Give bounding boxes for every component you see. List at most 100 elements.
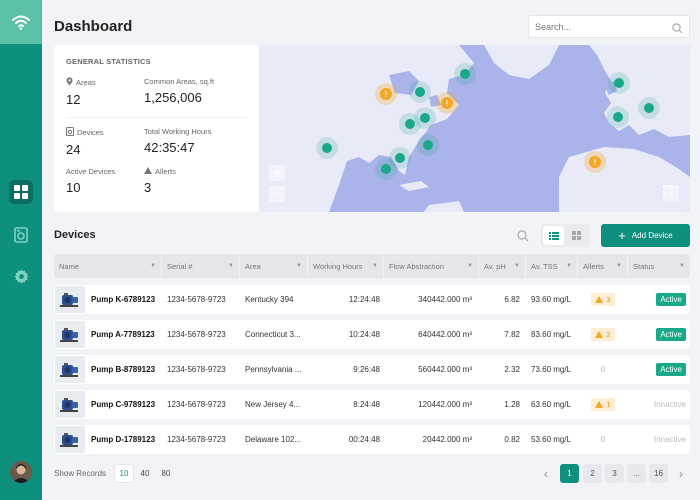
map-marker-teal[interactable] — [414, 107, 436, 129]
location-pin-icon — [66, 77, 73, 88]
records-option[interactable]: 80 — [157, 464, 175, 483]
table-row[interactable]: Pump B-8789123 1234-5678-9723 Pennsylvania… — [54, 355, 690, 384]
device-working-hours: 12:24:48 — [348, 295, 380, 304]
warning-icon — [595, 401, 604, 408]
map-marker-alert[interactable]: ! — [584, 151, 606, 173]
map-marker-teal[interactable] — [454, 63, 476, 85]
device-area: Pennsylvania ... — [245, 365, 302, 374]
column-header-alerts[interactable]: Allerts ▼ — [578, 254, 628, 278]
fullscreen-icon[interactable] — [663, 185, 679, 201]
device-serial: 1234-5678-9723 — [167, 435, 226, 444]
wifi-logo-icon[interactable] — [0, 0, 42, 44]
search-icon[interactable] — [672, 21, 683, 39]
table-row[interactable]: Pump C-9789123 1234-5678-9723 New Jersey 4… — [54, 390, 690, 419]
column-header-status[interactable]: Status ▼ — [628, 254, 690, 278]
warning-icon — [595, 331, 604, 338]
search-icon[interactable] — [517, 229, 529, 247]
status-badge: Active — [656, 363, 686, 376]
map-marker-teal[interactable] — [608, 72, 630, 94]
map-marker-teal[interactable] — [389, 147, 411, 169]
column-header-area[interactable]: Area ▼ — [240, 254, 308, 278]
warning-icon — [595, 296, 604, 303]
column-header-ph[interactable]: Av. pH ▼ — [479, 254, 526, 278]
column-header-working-hours[interactable]: Working Hours ▼ — [308, 254, 384, 278]
device-status: Active — [628, 285, 686, 314]
device-tss: 83.60 mg/L — [531, 330, 572, 339]
stat-active-devices: Active Devices 10 — [66, 167, 115, 195]
stat-alerts: Allerts 3 — [144, 167, 176, 195]
stat-areas-value: 12 — [66, 92, 81, 107]
table-row[interactable]: Pump A-7789123 1234-5678-9723 Connecticut … — [54, 320, 690, 349]
table-row[interactable]: Pump K-6789123 1234-5678-9723 Kentucky 394… — [54, 285, 690, 314]
device-tss: 53.60 mg/L — [531, 435, 572, 444]
device-icon[interactable] — [9, 223, 33, 247]
zoom-in-button[interactable]: + — [269, 165, 285, 181]
device-flow-abstraction: 340442.000 m³ — [418, 295, 472, 304]
map-marker-alert[interactable]: ! — [436, 92, 458, 114]
add-device-button[interactable]: + Add Device — [601, 224, 690, 247]
device-serial: 1234-5678-9723 — [167, 330, 226, 339]
records-option[interactable]: 40 — [136, 464, 154, 483]
map-marker-alert[interactable]: ! — [375, 83, 397, 105]
map-marker-teal[interactable] — [417, 134, 439, 156]
page-button[interactable]: 2 — [583, 464, 602, 483]
device-tss: 93.60 mg/L — [531, 295, 572, 304]
device-tss: 63.60 mg/L — [531, 400, 572, 409]
stats-heading: GENERAL STATISTICS — [66, 57, 151, 66]
prev-page-button[interactable]: ‹ — [539, 464, 553, 483]
pump-thumbnail-icon — [55, 356, 85, 383]
stat-working-hours-value: 42:35:47 — [144, 140, 195, 155]
devices-title: Devices — [54, 229, 96, 241]
device-working-hours: 00:24:48 — [348, 435, 380, 444]
grid-view-icon[interactable] — [566, 226, 587, 245]
device-area: Delaware 102... — [245, 435, 302, 444]
map-marker-teal[interactable] — [607, 106, 629, 128]
list-view-icon[interactable] — [543, 226, 564, 245]
device-name[interactable]: Pump C-9789123 — [91, 390, 162, 419]
device-flow-abstraction: 20442.000 m³ — [422, 435, 472, 444]
search-input[interactable] — [535, 16, 665, 37]
device-working-hours: 9:26:48 — [353, 365, 380, 374]
divider — [66, 117, 247, 118]
column-header-tss[interactable]: Av. TSS ▼ — [526, 254, 578, 278]
alert-badge: 1 — [591, 398, 615, 411]
page-button[interactable]: 16 — [649, 464, 668, 483]
records-option[interactable]: 10 — [114, 464, 134, 483]
device-name[interactable]: Pump K-6789123 — [91, 285, 162, 314]
device-area: Connecticut 3... — [245, 330, 301, 339]
device-name[interactable]: Pump D-1789123 — [91, 425, 162, 454]
next-page-button[interactable]: › — [674, 464, 688, 483]
column-header-serial[interactable]: Serial # ▼ — [162, 254, 240, 278]
stat-active-devices-label: Active Devices — [66, 167, 116, 176]
page-button[interactable]: 1 — [560, 464, 579, 483]
column-header-flow-abstraction[interactable]: Flow Abstraction ▼ — [384, 254, 479, 278]
device-name[interactable]: Pump A-7789123 — [91, 320, 162, 349]
stat-common-areas-label: Common Areas, sq.ft — [144, 77, 215, 86]
stat-working-hours: Total Working Hours 42:35:47 — [144, 127, 211, 155]
device-name[interactable]: Pump B-8789123 — [91, 355, 162, 384]
sidebar — [0, 0, 42, 500]
column-header-name[interactable]: Name ▼ — [54, 254, 162, 278]
svg-text:!: ! — [594, 158, 597, 167]
alert-count: 0 — [600, 365, 606, 374]
stat-devices-label: Devices — [77, 128, 104, 137]
alert-count: 3 — [606, 295, 611, 304]
status-badge: Active — [656, 328, 686, 341]
page-ellipsis: ... — [627, 464, 646, 483]
avatar[interactable] — [10, 461, 32, 483]
zoom-out-button[interactable]: − — [269, 186, 285, 202]
dashboard-grid-icon[interactable] — [9, 180, 33, 204]
device-working-hours: 10:24:48 — [348, 330, 380, 339]
device-status: Active — [628, 355, 686, 384]
stat-alerts-value: 3 — [144, 180, 152, 195]
map-marker-teal[interactable] — [409, 81, 431, 103]
device-alerts: 3 — [578, 285, 628, 314]
device-map[interactable]: ! ! ! + − — [259, 45, 690, 212]
page-button[interactable]: 3 — [605, 464, 624, 483]
search-box[interactable] — [528, 15, 690, 38]
device-status: Innactive — [628, 390, 686, 419]
map-marker-teal[interactable] — [638, 97, 660, 119]
map-marker-teal[interactable] — [316, 137, 338, 159]
table-row[interactable]: Pump D-1789123 1234-5678-9723 Delaware 102… — [54, 425, 690, 454]
gear-icon[interactable] — [9, 264, 33, 288]
